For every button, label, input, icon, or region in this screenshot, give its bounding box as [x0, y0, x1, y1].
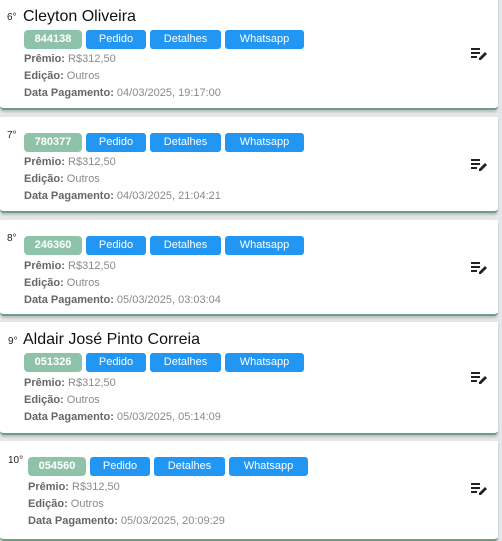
whatsapp-button[interactable]: Whatsapp	[229, 457, 308, 476]
edit-list-icon[interactable]	[470, 46, 488, 62]
pedido-button[interactable]: Pedido	[86, 133, 146, 152]
prize-label: Prêmio:	[24, 260, 65, 272]
edition-label: Edição:	[24, 277, 64, 289]
action-row: 780377 Pedido Detalhes Whatsapp	[24, 133, 304, 152]
action-row: 051326 Pedido Detalhes Whatsapp	[24, 353, 304, 372]
payment-date-line: Data Pagamento: 05/03/2025, 03:03:04	[24, 292, 221, 309]
rank-number: 6°	[7, 12, 17, 23]
payment-date-line: Data Pagamento: 05/03/2025, 05:14:09	[24, 409, 221, 426]
ticket-code-badge: 054560	[28, 457, 86, 476]
edit-list-icon[interactable]	[470, 370, 488, 386]
edition-value: Outros	[66, 70, 100, 82]
detalhes-button[interactable]: Detalhes	[150, 30, 221, 49]
payment-date-label: Data Pagamento:	[24, 411, 114, 423]
detalhes-button[interactable]: Detalhes	[154, 457, 225, 476]
detalhes-button[interactable]: Detalhes	[150, 236, 221, 255]
edition-line: Edição: Outros	[24, 275, 100, 292]
prize-line: Prêmio: R$312,50	[24, 154, 116, 171]
edition-label: Edição:	[28, 498, 68, 510]
payment-date-label: Data Pagamento:	[24, 190, 114, 202]
prize-label: Prêmio:	[24, 377, 65, 389]
ranking-card: 10° 054560 Pedido Detalhes Whatsapp Prêm…	[0, 441, 498, 541]
action-row: 246360 Pedido Detalhes Whatsapp	[24, 236, 304, 255]
whatsapp-button[interactable]: Whatsapp	[225, 353, 304, 372]
payment-date-label: Data Pagamento:	[28, 515, 118, 527]
winner-name: Cleyton Oliveira	[23, 8, 136, 25]
prize-value: R$312,50	[68, 377, 116, 389]
edition-line: Edição: Outros	[24, 392, 100, 409]
payment-date-value: 04/03/2025, 21:04:21	[116, 190, 221, 202]
edition-value: Outros	[66, 394, 100, 406]
payment-date-value: 05/03/2025, 05:14:09	[116, 411, 221, 423]
pedido-button[interactable]: Pedido	[86, 353, 146, 372]
ticket-code-badge: 051326	[24, 353, 82, 372]
edition-line: Edição: Outros	[24, 171, 100, 188]
edit-list-icon[interactable]	[470, 481, 488, 497]
rank-number: 7°	[7, 130, 17, 141]
edition-value: Outros	[66, 173, 100, 185]
action-row: 844138 Pedido Detalhes Whatsapp	[24, 30, 304, 49]
ranking-card: 9° Aldair José Pinto Correia 051326 Pedi…	[0, 322, 498, 435]
edit-list-icon[interactable]	[470, 157, 488, 173]
edition-line: Edição: Outros	[24, 68, 100, 85]
prize-label: Prêmio:	[28, 481, 69, 493]
edition-label: Edição:	[24, 70, 64, 82]
prize-label: Prêmio:	[24, 53, 65, 65]
winner-name: Aldair José Pinto Correia	[23, 331, 200, 348]
payment-date-value: 05/03/2025, 20:09:29	[120, 515, 225, 527]
edition-line: Edição: Outros	[28, 496, 104, 513]
whatsapp-button[interactable]: Whatsapp	[225, 133, 304, 152]
ranking-card: 7° 780377 Pedido Detalhes Whatsapp Prêmi…	[0, 117, 498, 213]
detalhes-button[interactable]: Detalhes	[150, 133, 221, 152]
edition-label: Edição:	[24, 173, 64, 185]
payment-date-value: 05/03/2025, 03:03:04	[116, 294, 221, 306]
prize-line: Prêmio: R$312,50	[24, 51, 116, 68]
payment-date-label: Data Pagamento:	[24, 87, 114, 99]
ticket-code-badge: 246360	[24, 236, 82, 255]
prize-line: Prêmio: R$312,50	[24, 375, 116, 392]
detalhes-button[interactable]: Detalhes	[150, 353, 221, 372]
rank-number: 8°	[7, 233, 17, 244]
prize-value: R$312,50	[68, 156, 116, 168]
payment-date-label: Data Pagamento:	[24, 294, 114, 306]
prize-value: R$312,50	[68, 53, 116, 65]
action-row: 054560 Pedido Detalhes Whatsapp	[28, 457, 308, 476]
ticket-code-badge: 844138	[24, 30, 82, 49]
payment-date-line: Data Pagamento: 04/03/2025, 19:17:00	[24, 85, 221, 102]
pedido-button[interactable]: Pedido	[86, 30, 146, 49]
payment-date-line: Data Pagamento: 05/03/2025, 20:09:29	[28, 513, 225, 530]
prize-line: Prêmio: R$312,50	[28, 479, 120, 496]
edition-label: Edição:	[24, 394, 64, 406]
ranking-card: 8° 246360 Pedido Detalhes Whatsapp Prêmi…	[0, 220, 498, 316]
whatsapp-button[interactable]: Whatsapp	[225, 30, 304, 49]
rank-number: 9°	[8, 336, 18, 347]
ticket-code-badge: 780377	[24, 133, 82, 152]
pedido-button[interactable]: Pedido	[86, 236, 146, 255]
prize-value: R$312,50	[68, 260, 116, 272]
prize-label: Prêmio:	[24, 156, 65, 168]
whatsapp-button[interactable]: Whatsapp	[225, 236, 304, 255]
edit-list-icon[interactable]	[470, 260, 488, 276]
payment-date-line: Data Pagamento: 04/03/2025, 21:04:21	[24, 188, 221, 205]
pedido-button[interactable]: Pedido	[90, 457, 150, 476]
prize-line: Prêmio: R$312,50	[24, 258, 116, 275]
prize-value: R$312,50	[72, 481, 120, 493]
ranking-card: 6° Cleyton Oliveira 844138 Pedido Detalh…	[0, 0, 498, 110]
edition-value: Outros	[70, 498, 104, 510]
edition-value: Outros	[66, 277, 100, 289]
payment-date-value: 04/03/2025, 19:17:00	[116, 87, 221, 99]
rank-number: 10°	[8, 455, 24, 466]
